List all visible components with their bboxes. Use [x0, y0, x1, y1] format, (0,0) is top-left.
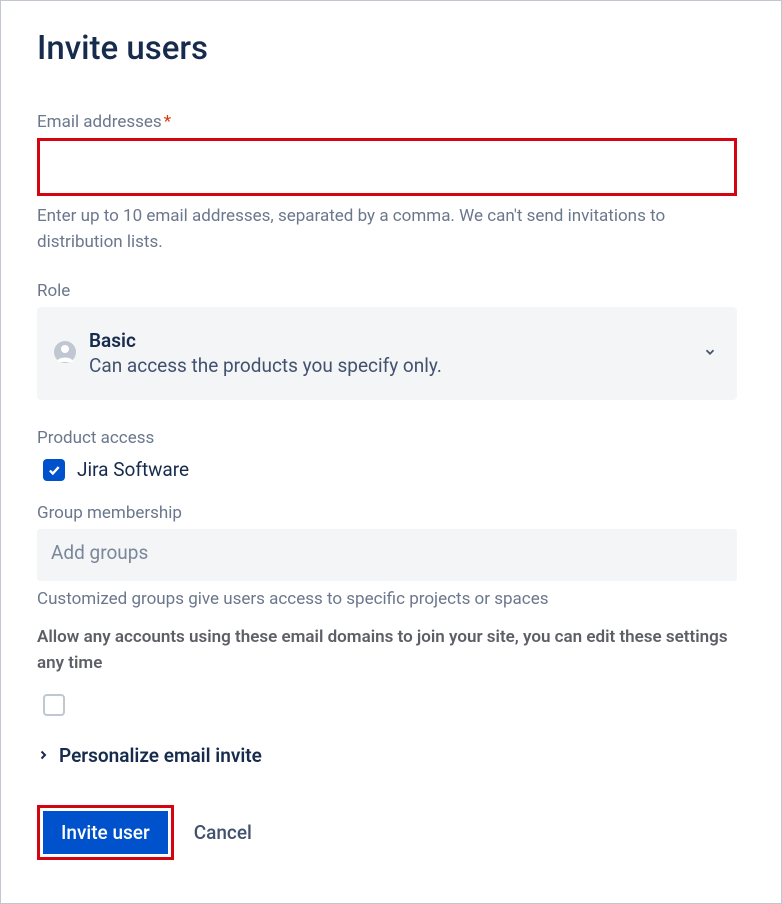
- invite-users-modal: Invite users Email addresses* Enter up t…: [0, 0, 782, 904]
- email-helper-text: Enter up to 10 email addresses, separate…: [37, 204, 742, 255]
- page-title: Invite users: [37, 29, 745, 68]
- add-groups-placeholder: Add groups: [51, 541, 148, 564]
- role-selected-desc: Can access the products you specify only…: [89, 354, 691, 379]
- invite-button-highlight: Invite user: [37, 805, 174, 860]
- add-groups-input[interactable]: Add groups: [37, 529, 737, 581]
- required-star: *: [164, 112, 171, 132]
- chevron-right-icon: [37, 746, 49, 765]
- group-membership-helper: Customized groups give users access to s…: [37, 589, 745, 609]
- invite-user-button[interactable]: Invite user: [43, 811, 168, 854]
- product-access-item[interactable]: Jira Software: [37, 458, 745, 481]
- email-label: Email addresses: [37, 112, 162, 132]
- role-selected-title: Basic: [89, 329, 691, 354]
- email-label-row: Email addresses*: [37, 112, 745, 132]
- group-membership-label: Group membership: [37, 503, 745, 523]
- product-access-item-label: Jira Software: [77, 458, 189, 481]
- cancel-button[interactable]: Cancel: [194, 821, 252, 844]
- personalize-email-toggle[interactable]: Personalize email invite: [37, 744, 745, 767]
- role-body: Basic Can access the products you specif…: [89, 329, 691, 378]
- email-addresses-input[interactable]: [37, 138, 737, 196]
- role-select[interactable]: Basic Can access the products you specif…: [37, 307, 737, 400]
- allow-domains-checkbox[interactable]: [43, 694, 65, 716]
- actions-row: Invite user Cancel: [37, 805, 745, 860]
- jira-software-checkbox[interactable]: [43, 459, 65, 481]
- role-label: Role: [37, 281, 745, 301]
- personalize-label: Personalize email invite: [59, 744, 262, 767]
- product-access-label: Product access: [37, 428, 745, 448]
- allow-domains-text: Allow any accounts using these email dom…: [37, 625, 745, 676]
- chevron-down-icon: [703, 344, 717, 363]
- person-icon: [53, 340, 77, 368]
